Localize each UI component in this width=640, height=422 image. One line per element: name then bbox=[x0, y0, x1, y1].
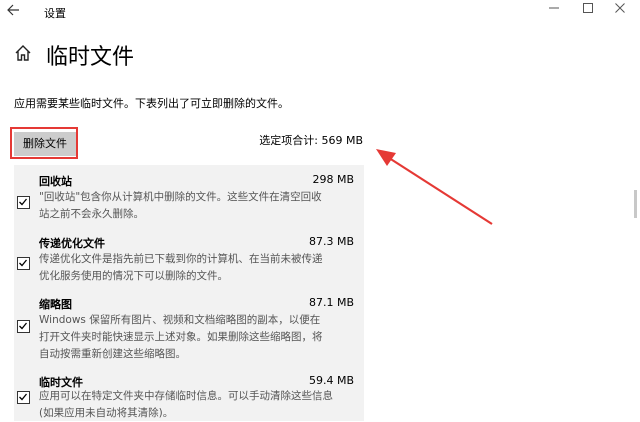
checkbox[interactable] bbox=[17, 257, 30, 270]
item-size: 87.3 MB bbox=[308, 235, 354, 248]
title-bar: 设置 bbox=[0, 0, 640, 24]
checkbox[interactable] bbox=[17, 196, 30, 209]
home-icon[interactable] bbox=[14, 44, 32, 62]
item-size: 59.4 MB bbox=[308, 374, 354, 387]
window-title: 设置 bbox=[44, 7, 66, 20]
checkbox[interactable] bbox=[17, 320, 30, 333]
item-description: "回收站"包含你从计算机中删除的文件。这些文件在清空回收 站之前不会永久删除。 bbox=[39, 191, 322, 220]
minimize-icon[interactable] bbox=[542, 2, 566, 18]
checkbox[interactable] bbox=[17, 391, 30, 404]
page-description: 应用需要某些临时文件。下表列出了可立即删除的文件。 bbox=[14, 97, 289, 110]
item-size: 298 MB bbox=[312, 173, 354, 186]
item-name: 回收站 bbox=[39, 175, 72, 188]
maximize-icon[interactable] bbox=[576, 2, 600, 18]
selected-total: 选定项合计: 569 MB bbox=[259, 134, 363, 147]
highlight-box bbox=[10, 127, 78, 159]
item-size: 87.1 MB bbox=[308, 296, 354, 309]
item-name: 缩略图 bbox=[39, 298, 72, 311]
item-name: 传递优化文件 bbox=[39, 237, 105, 250]
scrollbar[interactable] bbox=[634, 190, 637, 218]
page-title: 临时文件 bbox=[46, 45, 135, 70]
item-description: Windows 保留所有图片、视频和文档缩略图的副本，以便在 打开文件夹时能快速… bbox=[39, 314, 323, 360]
item-description: 传递优化文件是指先前已下载到你的计算机、在当前未被传递 优化服务使用的情况下可以… bbox=[39, 253, 323, 282]
item-description: 应用可以在特定文件夹中存储临时信息。可以手动清除这些信息 (如果应用未自动将其清… bbox=[39, 390, 333, 419]
file-list: 回收站 298 MB "回收站"包含你从计算机中删除的文件。这些文件在清空回收 … bbox=[14, 165, 364, 421]
red-annotation-arrow bbox=[376, 149, 493, 225]
back-arrow-icon[interactable] bbox=[6, 3, 24, 19]
close-icon[interactable] bbox=[608, 2, 632, 18]
